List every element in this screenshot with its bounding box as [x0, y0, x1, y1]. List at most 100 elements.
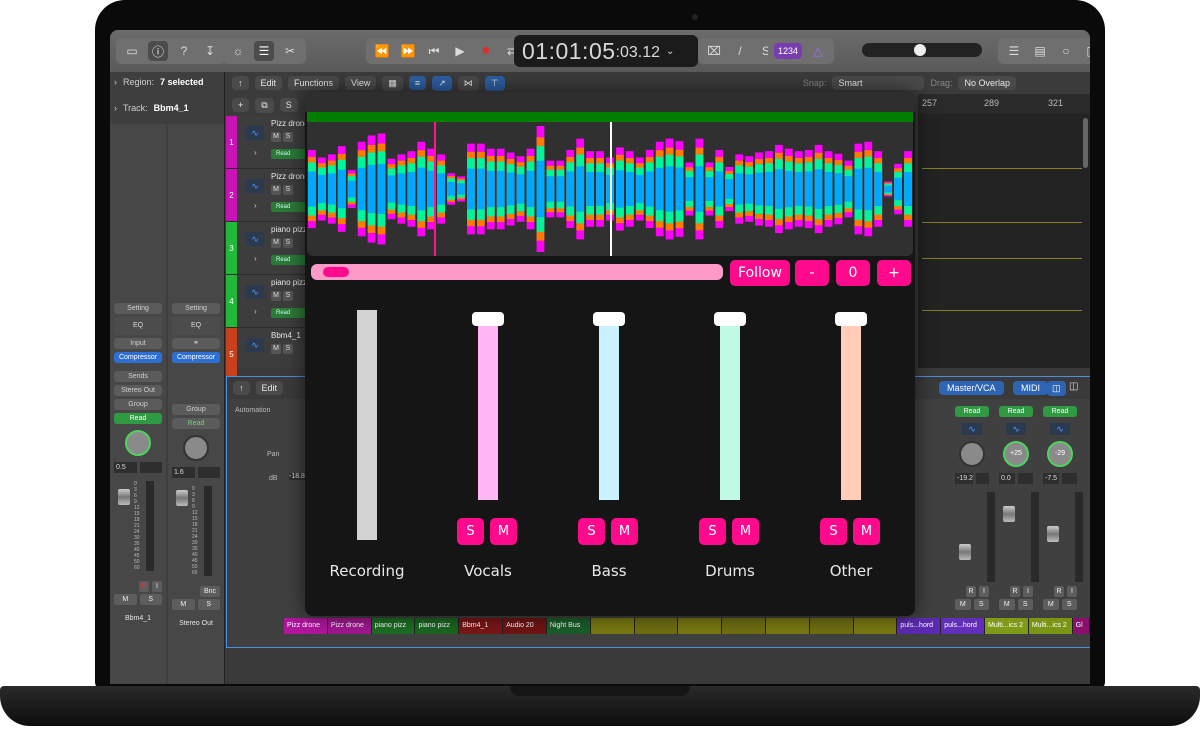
tab-master-vca[interactable]: Master/VCA [939, 381, 1004, 395]
edit-menu[interactable]: Edit [254, 76, 283, 90]
automation-button[interactable]: Read [955, 406, 989, 417]
solo-button[interactable]: S [973, 599, 989, 610]
go-to-start-icon[interactable]: ⏮ [424, 41, 444, 61]
group-button[interactable]: Group [172, 404, 220, 415]
timeline-bar[interactable] [307, 112, 913, 122]
region[interactable]: Gl [1072, 618, 1090, 634]
mixer-edit-menu[interactable]: Edit [255, 381, 284, 395]
solo-button[interactable]: S [283, 132, 293, 142]
metronome-icon[interactable]: △ [808, 41, 828, 61]
mute-button[interactable]: M [732, 518, 759, 545]
region[interactable]: Pizz drone [327, 618, 372, 634]
setting-button[interactable]: Setting [114, 303, 162, 314]
region[interactable] [722, 618, 766, 634]
replace-icon[interactable]: ⌧ [704, 41, 724, 61]
increment-button[interactable]: + [877, 260, 911, 286]
region[interactable]: puls...hord [941, 618, 985, 634]
add-track-icon[interactable]: + [232, 98, 250, 112]
mute-button[interactable]: M [271, 344, 281, 354]
track-name[interactable]: piano pizz [271, 278, 307, 287]
decrement-button[interactable]: - [795, 260, 829, 286]
pan-knob[interactable] [125, 430, 151, 456]
fader-cap[interactable] [1047, 526, 1059, 542]
scissors-icon[interactable]: ✂ [280, 41, 300, 61]
compressor-plugin[interactable]: Compressor [172, 352, 220, 363]
input-monitor-button[interactable]: I [1067, 586, 1077, 597]
input-monitor-button[interactable]: I [979, 586, 989, 597]
fader-cap[interactable] [118, 489, 130, 505]
solo-button[interactable]: S [1017, 599, 1033, 610]
notepad-icon[interactable]: ▤ [1030, 41, 1050, 61]
volume-fader-thumb[interactable] [835, 312, 867, 326]
db-value[interactable]: 0.0 [999, 473, 1015, 484]
track-row[interactable]: 1 ∿ Pizz drone M S › Read [226, 116, 310, 169]
mute-button[interactable]: M [271, 291, 281, 301]
automation-mode[interactable]: Read [271, 255, 306, 265]
solo-button[interactable]: S [1061, 599, 1077, 610]
automation-mode[interactable]: Read [271, 308, 306, 318]
track-row[interactable]: 2 ∿ Pizz drone M S › Read [226, 169, 310, 222]
pan-knob[interactable] [959, 441, 985, 467]
lcd-display[interactable]: 01:01:05 :03.12 ⌄ [514, 35, 698, 67]
region[interactable] [678, 618, 723, 634]
scroll-track[interactable] [311, 264, 723, 280]
input-monitor-button[interactable]: I [1023, 586, 1033, 597]
region[interactable]: piano pizz [415, 618, 460, 634]
chevron-right-icon[interactable]: › [114, 77, 117, 87]
tuner-icon[interactable]: / [730, 41, 750, 61]
region-inspector-header[interactable]: › Region: 7 selected [110, 72, 224, 92]
solo-button[interactable]: S [283, 291, 293, 301]
help-icon[interactable]: ? [174, 41, 194, 61]
track-row[interactable]: 5 ∿ Bbm4_1 M S [226, 328, 310, 381]
solo-button[interactable]: S [457, 518, 484, 545]
arrange-area[interactable] [918, 114, 1090, 368]
compressor-plugin[interactable]: Compressor [114, 352, 162, 363]
fader-cap[interactable] [176, 490, 188, 506]
region[interactable] [590, 618, 635, 634]
volume-fader-thumb[interactable] [714, 312, 746, 326]
automation-mode[interactable]: Read [271, 149, 306, 159]
master-volume-slider[interactable] [862, 43, 982, 57]
volume-fader-track[interactable] [478, 320, 498, 500]
back-icon[interactable]: ↑ [233, 381, 250, 395]
playhead[interactable] [610, 122, 612, 256]
inbox-icon[interactable]: ▭ [122, 41, 142, 61]
region[interactable]: Multi...ics 2 [985, 618, 1029, 634]
rewind-icon[interactable]: ⏪ [372, 41, 392, 61]
record-enable-button[interactable]: R [1054, 586, 1064, 597]
crossfade-icon[interactable]: ⋈ [457, 75, 479, 91]
solo-button[interactable]: S [197, 599, 220, 610]
solo-button[interactable]: S [139, 594, 162, 605]
scrollbar[interactable] [1083, 118, 1088, 168]
output-button[interactable]: Stereo Out [114, 385, 162, 396]
record-enable-button[interactable]: R [1010, 586, 1020, 597]
download-icon[interactable]: ↧ [200, 41, 220, 61]
catch-icon[interactable]: ⊤ [484, 75, 505, 91]
chevron-down-icon[interactable]: ⌄ [666, 46, 674, 57]
ruler[interactable]: 257 289 321 [918, 94, 1090, 114]
region[interactable]: Night Bus [546, 618, 591, 634]
automation-button[interactable]: Read [999, 406, 1033, 417]
volume-fader-track[interactable] [841, 320, 861, 500]
mute-button[interactable]: M [271, 238, 281, 248]
flex-icon[interactable]: ≡ [408, 76, 427, 90]
solo-button[interactable]: S [283, 238, 293, 248]
input-button[interactable]: Input [114, 338, 162, 349]
info-icon[interactable]: ⓘ [148, 41, 168, 61]
tab-midi[interactable]: MIDI [1013, 381, 1048, 395]
automation-mode[interactable]: Read [271, 202, 306, 212]
region[interactable] [765, 618, 810, 634]
db-value[interactable]: -19.2 [955, 473, 973, 484]
plugin-title-bar[interactable] [305, 92, 915, 112]
track-row[interactable]: 4 ∿ piano pizz M S › Read [226, 275, 310, 328]
track-name[interactable]: piano pizz [271, 225, 307, 234]
volume-fader-thumb[interactable] [472, 312, 504, 326]
fast-forward-icon[interactable]: ⏩ [398, 41, 418, 61]
track-inspector-header[interactable]: › Track: Bbm4_1 [110, 98, 224, 118]
automation-icon[interactable]: ↗ [432, 75, 452, 91]
pan-knob[interactable]: +25 [1003, 441, 1029, 467]
chevron-right-icon[interactable]: › [254, 307, 257, 316]
volume-fader-track[interactable] [599, 320, 619, 500]
track-name[interactable]: Pizz drone [271, 119, 309, 128]
volume-fader-track[interactable] [720, 320, 740, 500]
